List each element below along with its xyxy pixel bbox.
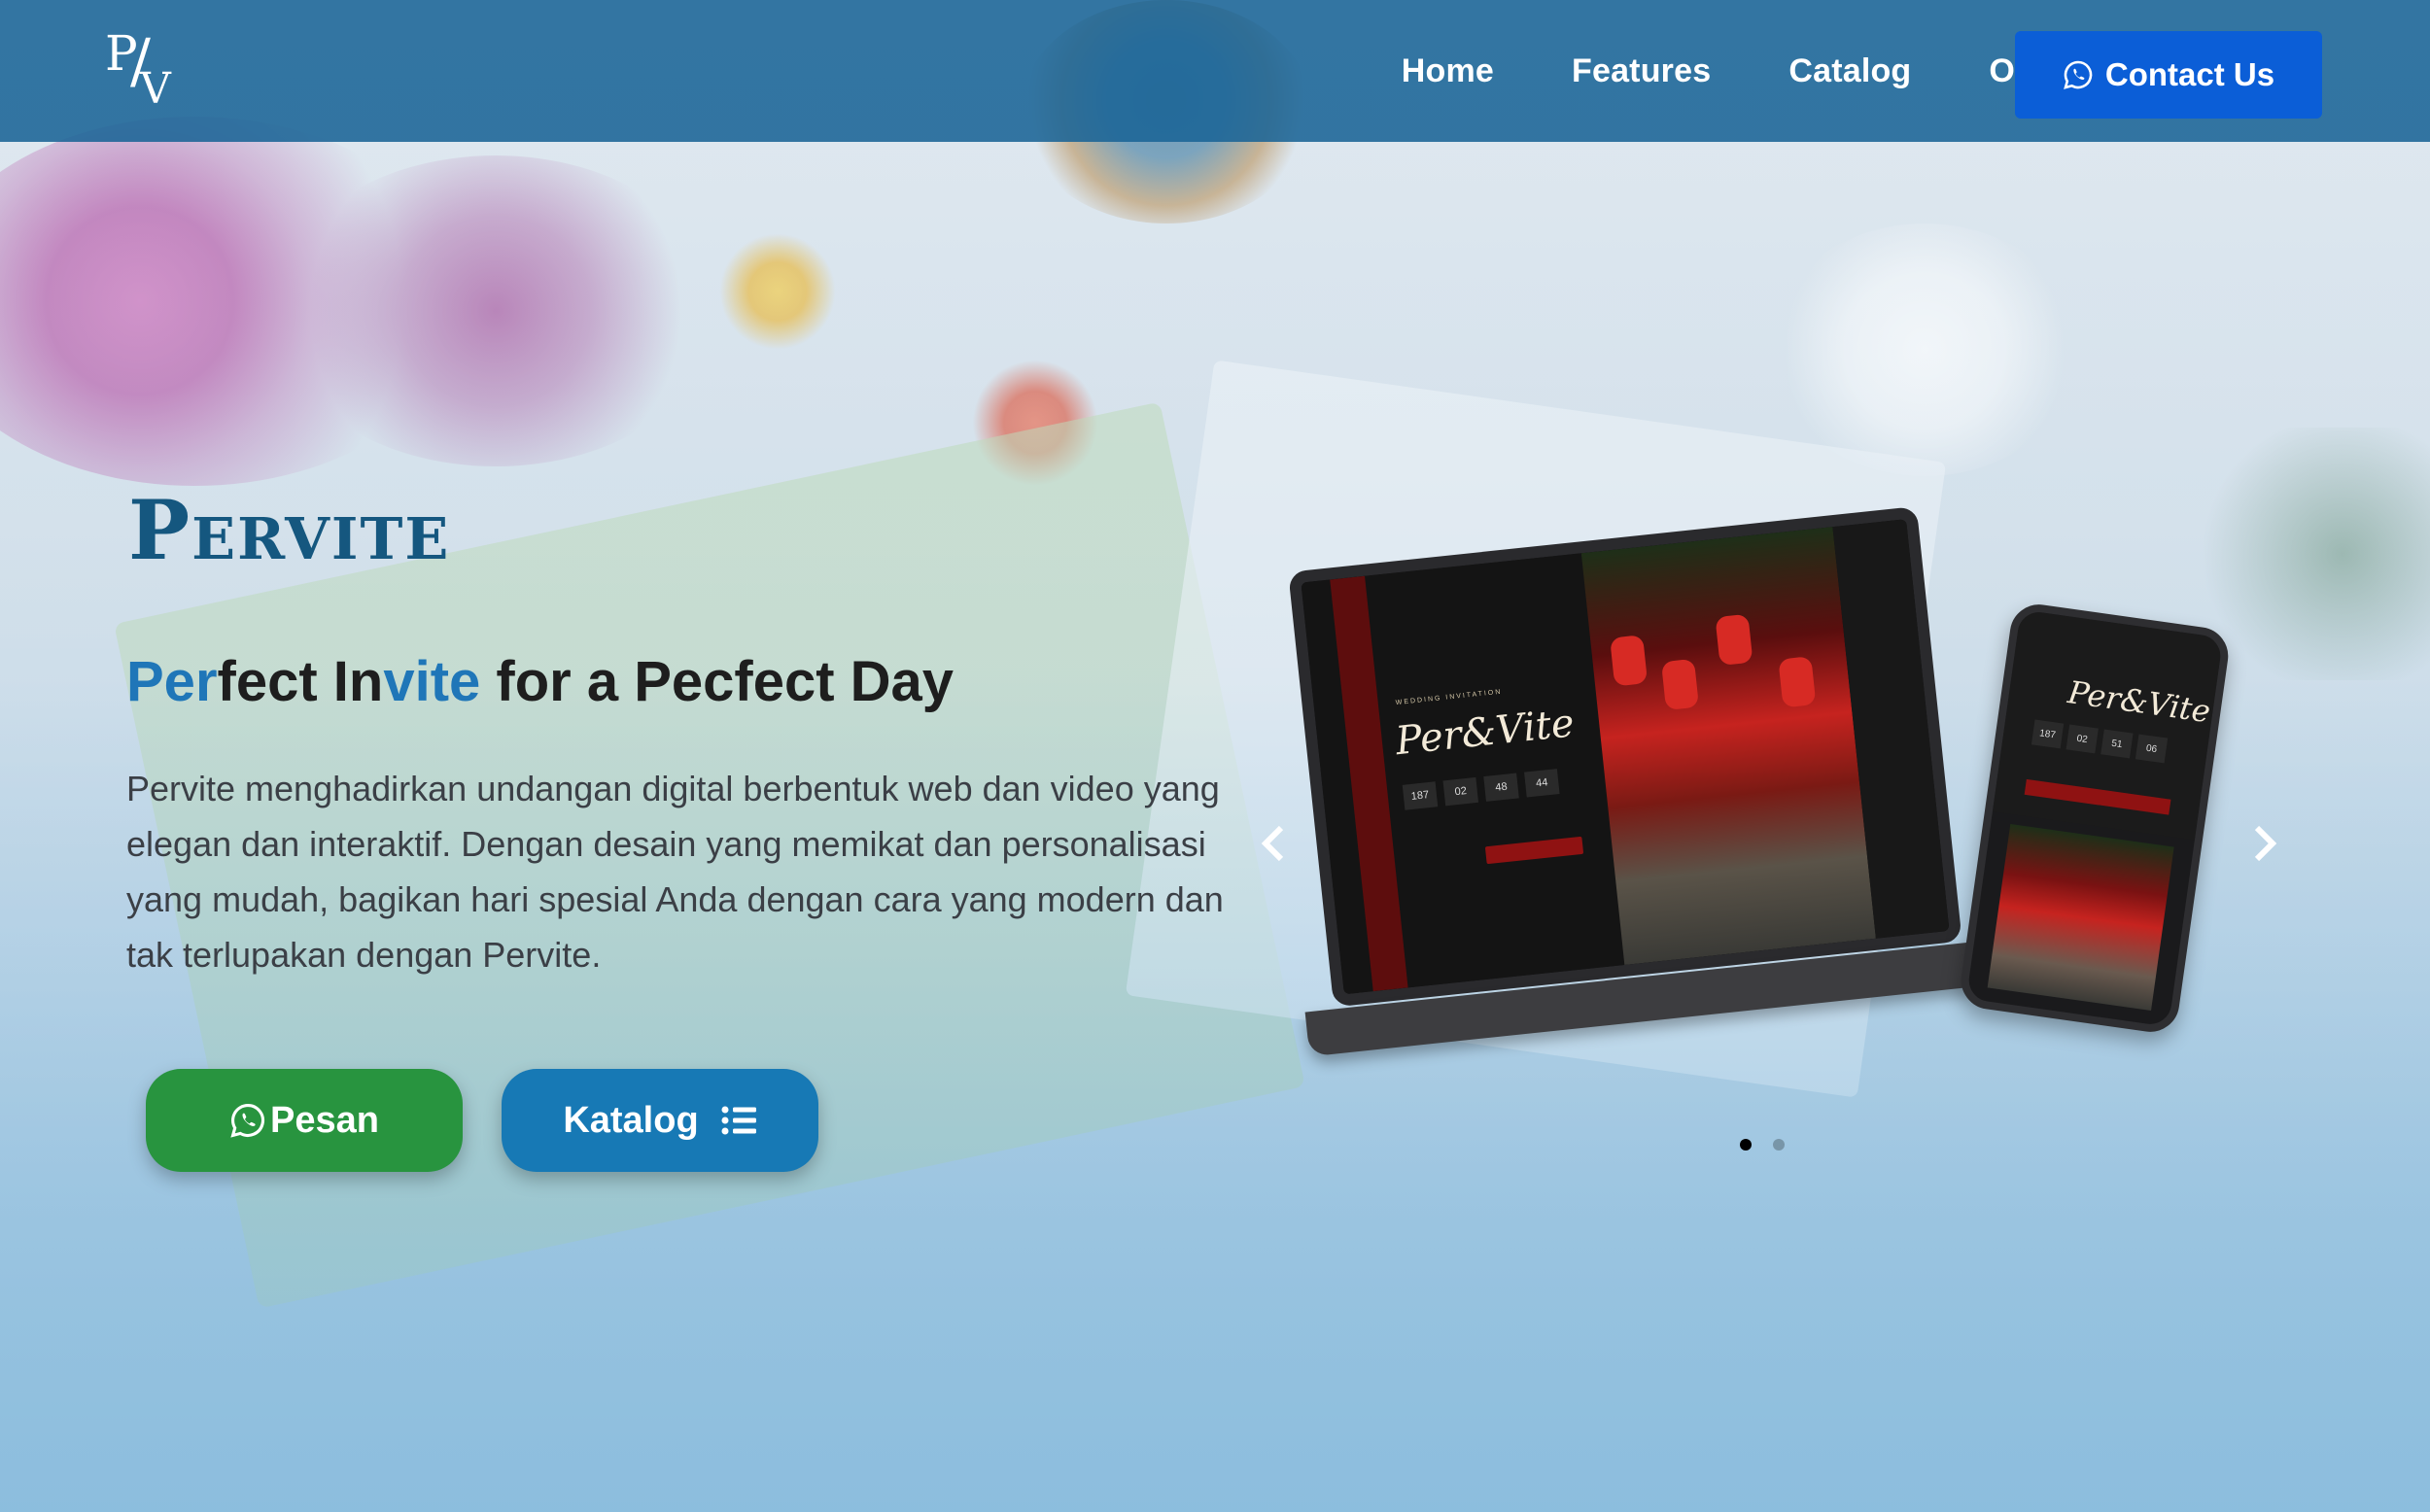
order-button-label: Pesan [270,1099,379,1141]
tagline-text: for a Pecfect Day [480,650,955,713]
hero-description: Pervite menghadirkan undangan digital be… [126,769,1224,975]
laptop-mockup: WEDDING INVITATION Per&Vite 187 02 48 44 [1258,491,2027,1078]
hero-tagline: Perfect Invite for a Pecfect Day [126,649,954,714]
couple-photo [1987,823,2174,1012]
whatsapp-icon [2064,60,2093,89]
invitation-title: Per&Vite [1393,701,1577,765]
countdown: 187 02 48 44 [1402,769,1560,810]
nav-link-catalog[interactable]: Catalog [1788,52,1911,90]
nav-link-home[interactable]: Home [1402,52,1494,90]
carousel-dot-1[interactable] [1740,1139,1752,1151]
brand-title: Pervite [128,482,451,578]
countdown: 187 02 51 06 [2031,719,2169,764]
contact-us-label: Contact Us [2104,56,2275,92]
showcase-carousel: WEDDING INVITATION Per&Vite 187 02 48 44 [1254,505,2284,1166]
invitation-title: Per&Vite [2066,673,2213,731]
catalog-button[interactable]: Katalog [502,1069,818,1172]
couple-photo [1580,527,1876,965]
tagline-highlight: Per [126,650,218,713]
carousel-dot-2[interactable] [1773,1139,1785,1151]
carousel-prev-button[interactable] [1254,814,1293,873]
invitation-label: WEDDING INVITATION [1395,688,1503,707]
list-icon [721,1106,756,1135]
laptop-screen: WEDDING INVITATION Per&Vite 187 02 48 44 [1288,505,1962,1008]
tagline-highlight: vite [383,650,481,713]
whatsapp-icon [230,1104,265,1138]
carousel-next-button[interactable] [2245,814,2284,873]
chevron-left-icon [1261,825,1284,862]
tagline-text: fect In [217,650,384,713]
chevron-right-icon [2254,825,2277,862]
phone-mockup: Per&Vite 187 02 51 06 [1957,601,2233,1036]
navbar: P / V Home Features Catalog Order Contac… [0,0,2430,142]
contact-us-button[interactable]: Contact Us [2015,31,2322,119]
site-logo[interactable]: P / V [103,29,171,115]
nav-links: Home Features Catalog Order [1402,0,2080,142]
catalog-button-label: Katalog [563,1099,699,1141]
order-button[interactable]: Pesan [146,1069,463,1172]
carousel-indicators [1740,1139,1785,1151]
nav-link-features[interactable]: Features [1572,52,1711,90]
